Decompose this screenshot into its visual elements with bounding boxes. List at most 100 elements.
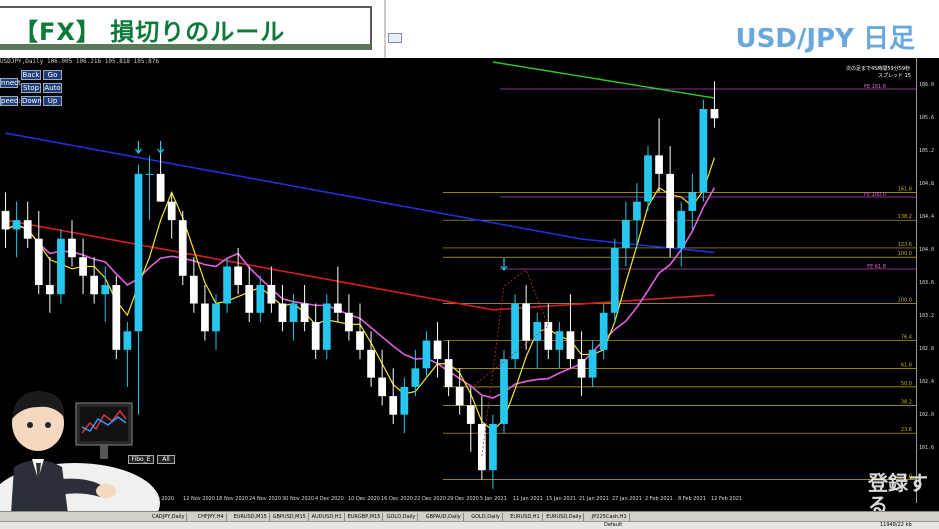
candle-body <box>156 173 165 202</box>
date-axis-label: 18 Nov 2020 <box>216 496 249 502</box>
candle-body <box>389 396 398 415</box>
date-axis-label: 4 Dec 2020 <box>315 496 344 502</box>
symbol-tab[interactable]: AUDUSD,H1 <box>310 513 345 521</box>
title-banner: 【FX】 損切りのルール <box>0 6 372 50</box>
fib-level-label: 50.0 <box>901 381 912 387</box>
candle-body <box>123 331 132 350</box>
candle-body <box>411 368 420 387</box>
fib-level-label: 161.8 <box>898 186 912 192</box>
candle-body <box>655 155 663 174</box>
register-watermark: 登録する <box>868 472 939 516</box>
symbol-tab[interactable]: EURUSD,H1 <box>508 513 543 521</box>
symbol-tab[interactable]: GBPUSD,M15 <box>271 513 309 521</box>
eye-left <box>27 422 33 428</box>
stop-button[interactable]: Stop <box>21 83 41 93</box>
candle-body <box>677 210 686 248</box>
candle-body <box>544 322 553 350</box>
back-button[interactable]: Back <box>21 70 41 80</box>
candle-body <box>289 303 298 323</box>
date-axis-label: 27 Jan 2021 <box>612 496 642 502</box>
symbol-tab[interactable]: GBPAUD,Daily <box>424 513 464 521</box>
signal-arrow-icon <box>134 141 142 154</box>
candle-body <box>1 210 10 230</box>
symbol-tab[interactable]: EURUSD,M15 <box>232 513 270 521</box>
date-axis-label: 24 Nov 2020 <box>249 496 282 502</box>
symbol-tab[interactable]: CADJPY,Daily <box>150 513 188 521</box>
candle-body <box>455 386 464 406</box>
symbol-tab[interactable]: GOLD,Daily <box>469 513 503 521</box>
mt4-chart-window: 【FX】 損切りのルール USD/JPY 日足 161.8 100.0 138.2 1… <box>0 0 939 529</box>
candle-body <box>12 220 21 230</box>
symbol-tab[interactable]: CHFJPY,H4 <box>196 513 227 521</box>
fib-level-label: 76.4 <box>901 335 912 341</box>
fib-level-label: 100.0 <box>898 251 912 257</box>
fib-level-label: 123.6 <box>898 242 912 248</box>
fe-level-label: FE 61.8 <box>867 264 886 270</box>
symbol-tab[interactable]: EURUSD,Daily <box>544 513 585 521</box>
candle-body <box>245 285 254 313</box>
ma-green-line <box>492 61 715 99</box>
candle-body <box>444 359 453 387</box>
price-axis-label: 104.0 <box>919 247 935 253</box>
candle-body <box>223 266 231 304</box>
connect-button[interactable]: nnect <box>0 78 21 88</box>
candle-body <box>278 303 287 323</box>
date-axis-label: 10 Dec 2020 <box>348 496 380 502</box>
candle-body <box>378 377 387 397</box>
fib-level-label: 100.0 <box>898 298 912 304</box>
fe-level-label: FE 161.8 <box>864 84 886 90</box>
date-axis-label: 21 Jan 2021 <box>579 496 609 502</box>
speed-button[interactable]: peed:1 <box>0 96 25 106</box>
symbol-tab[interactable]: EURGBP,M15 <box>346 513 384 521</box>
candle-body <box>489 423 497 471</box>
candle-body <box>57 238 65 295</box>
date-axis-label: 2 Feb 2021 <box>645 496 673 502</box>
candle-body <box>300 303 309 323</box>
candle-body <box>356 331 364 350</box>
candle-body <box>212 303 220 332</box>
candle-body <box>400 386 409 415</box>
date-axis-label: 22 Dec 2020 <box>414 496 446 502</box>
candle-body <box>466 405 475 424</box>
status-traffic: 11948/22 kb <box>880 522 912 528</box>
ma-blue-line <box>5 132 715 254</box>
symbol-tabs-bar: CADJPY,Daily CHFJPY,H4 EURUSD,M15 GBPUSD,M1… <box>0 511 939 521</box>
candle-body <box>145 173 154 175</box>
candle-body <box>511 303 519 360</box>
countdown-info: 次の足まで45時間59分59秒 スプレッド 15 <box>846 66 911 80</box>
candle-body <box>588 349 597 378</box>
date-axis-label: 5 Jan 2021 <box>480 496 507 502</box>
go-button[interactable]: Go <box>43 70 62 80</box>
date-axis-label: 30 Nov 2020 <box>282 496 315 502</box>
candle-body <box>189 275 198 304</box>
presenter-illustration <box>0 391 160 529</box>
up-button[interactable]: Up <box>43 96 62 106</box>
monitor-stand <box>100 445 108 459</box>
candle-body <box>577 359 586 378</box>
title-banner-bar <box>0 44 370 50</box>
candle-body <box>345 312 353 332</box>
candle-body <box>522 303 531 341</box>
down-button[interactable]: Down <box>21 96 42 106</box>
toolbar-dropdown-button[interactable] <box>388 33 402 43</box>
hand <box>96 484 116 498</box>
candle-body <box>134 173 143 332</box>
candle-body <box>500 359 508 424</box>
candle-body <box>322 303 331 350</box>
status-bar: Default 11948/22 kb <box>0 521 939 529</box>
symbol-tab[interactable]: GOLD,Daily <box>385 513 419 521</box>
price-axis-label: 105.2 <box>919 148 935 154</box>
fe-level-label: FE 100.0 <box>864 192 886 198</box>
symbol-tab[interactable]: JP225Cash,H1 <box>590 513 630 521</box>
candle-body <box>234 266 243 285</box>
candle-body <box>311 322 320 350</box>
status-profile: Default <box>604 522 623 528</box>
price-axis-label: 103.2 <box>919 313 935 319</box>
candle-body <box>112 285 121 350</box>
spread-line: スプレッド 15 <box>878 73 911 79</box>
candle-body <box>367 349 375 378</box>
candle-body <box>101 285 110 295</box>
candle-body <box>23 220 32 239</box>
fib-level-label: 38.2 <box>901 399 912 405</box>
auto-button[interactable]: Auto <box>43 83 62 93</box>
